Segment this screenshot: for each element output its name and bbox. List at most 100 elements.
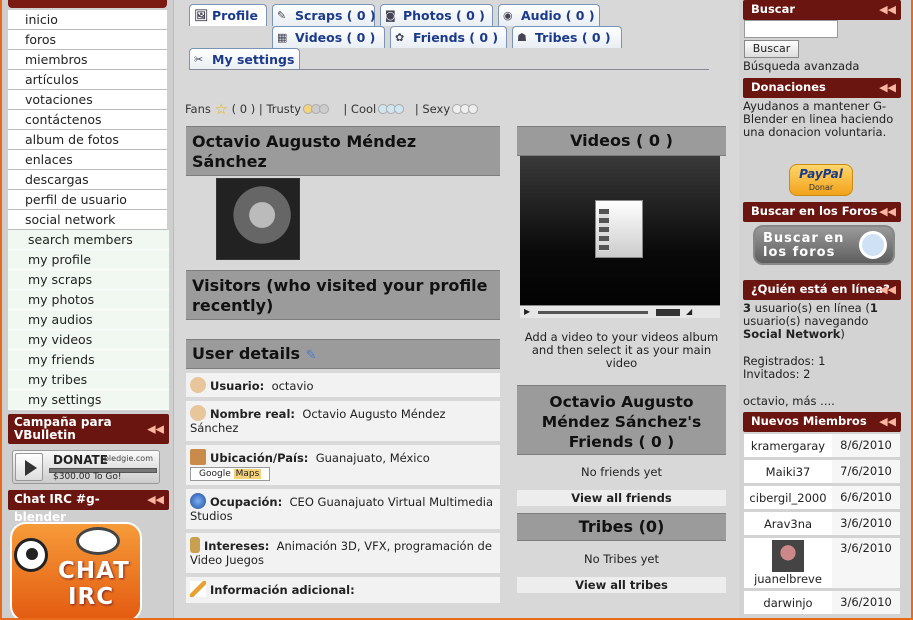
seek-bar[interactable] bbox=[538, 311, 648, 314]
sexy-rating-icon[interactable] bbox=[467, 104, 478, 114]
nav-item-articulos[interactable]: artículos bbox=[8, 70, 167, 90]
user-icon bbox=[190, 405, 206, 421]
list-item[interactable]: Arav3na 3/6/2010 bbox=[744, 512, 900, 535]
list-item[interactable]: juanelbreve 3/6/2010 bbox=[744, 538, 900, 588]
star-icon[interactable]: ☆ bbox=[215, 100, 228, 118]
tribes-heading: Tribes (0) bbox=[517, 513, 726, 541]
subnav-my-tribes[interactable]: my tribes bbox=[8, 370, 169, 390]
collapse-icon[interactable]: ◀◀ bbox=[147, 491, 164, 509]
nav-item-votaciones[interactable]: votaciones bbox=[8, 90, 167, 110]
member-avatar[interactable] bbox=[772, 540, 804, 572]
tab-scraps[interactable]: ✎ Scraps ( 0 ) bbox=[272, 4, 376, 26]
time-display bbox=[656, 309, 680, 316]
chat-irc-logo[interactable]: CHAT IRC bbox=[10, 522, 142, 618]
chess-piece-icon bbox=[190, 537, 200, 553]
main-nav: inicio foros miembros artículos votacion… bbox=[2, 10, 173, 410]
cool-label: | Cool bbox=[343, 102, 377, 116]
trusty-rating-icon[interactable] bbox=[318, 104, 329, 114]
tab-tribes[interactable]: ☗ Tribes ( 0 ) bbox=[512, 26, 622, 48]
collapse-icon[interactable]: ◀◀ bbox=[147, 423, 164, 436]
tab-my-settings[interactable]: ✂ My settings bbox=[189, 48, 300, 70]
field-info-adicional: Información adicional: bbox=[186, 577, 500, 603]
edit-icon[interactable]: ✎ bbox=[306, 348, 317, 363]
busqueda-avanzada-link[interactable]: Búsqueda avanzada bbox=[743, 60, 905, 73]
google-maps-button[interactable]: Google Maps bbox=[190, 467, 270, 481]
speech-bubble-icon bbox=[76, 527, 120, 555]
nav-item-perfil-usuario[interactable]: perfil de usuario bbox=[8, 190, 167, 210]
collapse-icon[interactable]: ◀◀ bbox=[879, 203, 896, 221]
tab-friends[interactable]: ✿ Friends ( 0 ) bbox=[390, 26, 507, 48]
trusty-label: | Trusty bbox=[258, 102, 302, 116]
sexy-label: | Sexy bbox=[414, 102, 451, 116]
list-item[interactable]: cibergil_2000 6/6/2010 bbox=[744, 486, 900, 509]
magnifier-icon bbox=[859, 231, 887, 259]
field-intereses: Intereses: Animación 3D, VFX, programaci… bbox=[186, 533, 500, 573]
tab-audio[interactable]: ◉ Audio ( 0 ) bbox=[498, 4, 600, 26]
fans-count: ( 0 ) bbox=[231, 102, 256, 116]
collapse-icon[interactable]: ◀◀ bbox=[879, 281, 896, 299]
subnav-my-photos[interactable]: my photos bbox=[8, 290, 169, 310]
subnav-my-settings[interactable]: my settings bbox=[8, 390, 169, 410]
online-list[interactable]: octavio, más .... bbox=[743, 395, 905, 408]
nav-item-enlaces[interactable]: enlaces bbox=[8, 150, 167, 170]
film-icon bbox=[595, 200, 643, 258]
chat-logo-word-2: IRC bbox=[68, 584, 115, 610]
ratings-bar: Fans ☆ ( 0 ) | Trusty | Cool | Sexy bbox=[185, 100, 478, 118]
list-item[interactable]: darwinjo 3/6/2010 bbox=[744, 591, 900, 614]
nav-item-album-fotos[interactable]: album de fotos bbox=[8, 130, 167, 150]
play-icon[interactable]: ▶ bbox=[524, 307, 530, 316]
video-controls[interactable]: ▶ ◢ bbox=[520, 305, 720, 318]
nav-item-social-network[interactable]: social network bbox=[8, 210, 167, 230]
donaciones-block-title: Donaciones ◀◀ bbox=[743, 78, 901, 98]
tribes-icon: ☗ bbox=[517, 31, 527, 44]
paypal-donate-button[interactable]: PayPal Donar bbox=[789, 164, 853, 196]
field-ubicacion: Ubicación/País: Guanajuato, México Googl… bbox=[186, 445, 500, 485]
new-members-list: kramergaray 8/6/2010 Maiki37 7/6/2010 cibe… bbox=[744, 434, 900, 617]
profile-avatar[interactable] bbox=[216, 178, 300, 260]
list-item[interactable]: kramergaray 8/6/2010 bbox=[744, 434, 900, 457]
pledgie-donate-widget[interactable]: DONATE pledgie.com $300.00 To Go! bbox=[12, 450, 160, 484]
volume-icon[interactable]: ◢ bbox=[686, 307, 692, 316]
play-icon bbox=[15, 453, 43, 481]
nav-item-inicio[interactable]: inicio bbox=[8, 10, 167, 30]
pledgie-site: pledgie.com bbox=[103, 454, 153, 463]
friends-empty: No friends yet bbox=[581, 465, 662, 479]
buscar-foros-button[interactable]: Buscar en los foros bbox=[753, 225, 895, 265]
videos-heading: Videos ( 0 ) bbox=[517, 126, 726, 156]
nav-item-miembros[interactable]: miembros bbox=[8, 50, 167, 70]
view-all-friends-link[interactable]: View all friends bbox=[517, 490, 726, 506]
search-input[interactable] bbox=[744, 20, 838, 38]
campaign-block-title: Campaña para VBulletin ◀◀ bbox=[8, 414, 169, 444]
collapse-icon[interactable]: ◀◀ bbox=[879, 1, 896, 19]
nav-item-contactenos[interactable]: contáctenos bbox=[8, 110, 167, 130]
video-icon: ▦ bbox=[277, 31, 288, 44]
nuevos-block-title: Nuevos Miembros ◀◀ bbox=[743, 412, 901, 432]
tab-videos[interactable]: ▦ Videos ( 0 ) bbox=[272, 26, 385, 48]
donaciones-text: Ayudanos a mantener G-Blender en linea h… bbox=[743, 99, 894, 139]
search-button[interactable]: Buscar bbox=[744, 40, 799, 58]
nav-item-foros[interactable]: foros bbox=[8, 30, 167, 50]
chat-block-title: Chat IRC #g-blender ◀◀ bbox=[8, 490, 169, 524]
videos-hint: Add a video to your videos album and the… bbox=[524, 330, 719, 370]
subnav-my-scraps[interactable]: my scraps bbox=[8, 270, 169, 290]
chat-logo-word-1: CHAT bbox=[58, 558, 130, 584]
subnav-my-videos[interactable]: my videos bbox=[8, 330, 169, 350]
quien-block-title: ¿Quién está en línea? ◀◀ bbox=[743, 280, 901, 300]
tab-profile[interactable]: 🖼 Profile bbox=[189, 4, 267, 26]
subnav-search-members[interactable]: search members bbox=[8, 230, 169, 250]
cool-rating-icon[interactable] bbox=[393, 104, 404, 114]
tab-divider bbox=[189, 69, 709, 70]
list-item[interactable]: Maiki37 7/6/2010 bbox=[744, 460, 900, 483]
collapse-icon[interactable]: ◀◀ bbox=[879, 413, 896, 431]
collapse-icon[interactable]: ◀◀ bbox=[879, 79, 896, 97]
donate-label: DONATE bbox=[53, 453, 108, 467]
invitados-count: Invitados: 2 bbox=[743, 367, 811, 381]
main-content: 🖼 Profile ✎ Scraps ( 0 ) ◙ Photos ( 0 ) ◉ Au… bbox=[177, 0, 735, 618]
nav-item-descargas[interactable]: descargas bbox=[8, 170, 167, 190]
subnav-my-audios[interactable]: my audios bbox=[8, 310, 169, 330]
right-sidebar: Buscar ◀◀ Buscar Búsqueda avanzada Donaci… bbox=[739, 0, 911, 618]
tab-photos[interactable]: ◙ Photos ( 0 ) bbox=[380, 4, 493, 26]
subnav-my-friends[interactable]: my friends bbox=[8, 350, 169, 370]
subnav-my-profile[interactable]: my profile bbox=[8, 250, 169, 270]
view-all-tribes-link[interactable]: View all tribes bbox=[517, 577, 726, 593]
